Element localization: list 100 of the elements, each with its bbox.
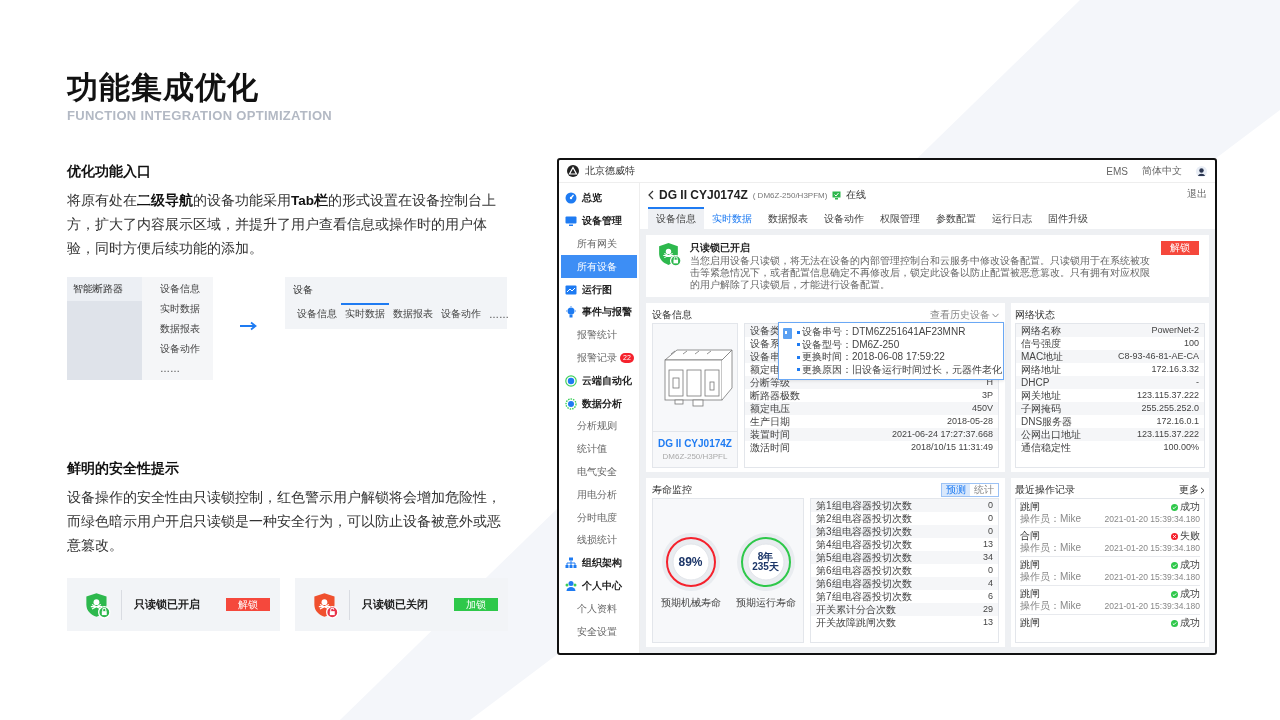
row-label: 激活时间	[750, 441, 790, 454]
row-label: 装置时间	[750, 428, 790, 441]
sidebar-item[interactable]: 个人中心	[582, 578, 622, 593]
unlock-button[interactable]: 解锁	[226, 598, 270, 611]
row-label: 开关累计分合次数	[816, 603, 896, 616]
sidebar-subitem[interactable]: 线损统计	[561, 528, 637, 552]
gauge-value: 8年	[757, 551, 774, 562]
sidebar-subitem[interactable]: 个人资料	[561, 597, 637, 621]
card-title: 最近操作记录	[1015, 483, 1076, 497]
sidebar-subitem[interactable]: 电气安全	[561, 460, 637, 484]
section-heading: 鲜明的安全性提示	[67, 460, 180, 478]
top-link[interactable]: EMS	[1106, 165, 1128, 177]
row-label: DHCP	[1021, 376, 1050, 389]
row-label: 子网掩码	[1021, 402, 1061, 415]
record-result: 成功	[1171, 559, 1200, 571]
tab[interactable]: 固件升级	[1040, 207, 1096, 229]
row-value: 2018-05-28	[946, 415, 993, 428]
submenu-item[interactable]: 设备信息	[142, 279, 213, 299]
row-value: 123.115.37.222	[1137, 389, 1199, 402]
tab[interactable]: 运行日志	[984, 207, 1040, 229]
chart-icon	[565, 283, 577, 296]
tab[interactable]: 参数配置	[928, 207, 984, 229]
tab[interactable]: 设备信息	[648, 207, 704, 229]
exit-link[interactable]: 退出	[1187, 187, 1207, 201]
sidebar-subitem[interactable]: 分时电度	[561, 506, 637, 529]
record-operator: 操作员：Mike	[1020, 542, 1082, 554]
tab[interactable]: 设备动作	[816, 207, 872, 229]
row-label: 通信稳定性	[1021, 441, 1071, 454]
gauge-label: 预期机械寿命	[660, 595, 721, 610]
sidebar-item[interactable]: 运行图	[582, 282, 612, 297]
card-title: 寿命监控	[652, 483, 693, 497]
sidebar-item[interactable]: 组织架构	[582, 556, 622, 571]
history-link[interactable]: 查看历史设备	[930, 308, 999, 322]
record-result: 成功	[1171, 501, 1200, 513]
row-label: 断路器极数	[750, 389, 800, 402]
row-value: 0	[988, 564, 993, 577]
sidebar-subitem[interactable]: 报警统计	[561, 323, 637, 347]
sidebar-subitem[interactable]: 统计值	[561, 437, 637, 461]
device-icon	[782, 326, 794, 340]
row-label: 设备类	[750, 324, 780, 337]
row-label: DNS服务器	[1021, 415, 1073, 428]
tab[interactable]: 数据报表	[389, 303, 437, 323]
sidebar-subitem[interactable]: 所有网关	[561, 232, 637, 256]
tab[interactable]: 设备信息	[293, 303, 341, 323]
submenu-item[interactable]: 实时数据	[142, 299, 213, 319]
submenu-item[interactable]: ……	[142, 359, 213, 379]
submenu-item[interactable]: 数据报表	[142, 319, 213, 339]
sidebar-item[interactable]: 事件与报警	[582, 305, 632, 320]
device-status: 在线	[846, 188, 867, 202]
monitor-check-icon	[832, 190, 842, 200]
card-title: 设备信息	[652, 308, 693, 322]
tab[interactable]: 实时数据	[341, 303, 389, 323]
row-value: 0	[988, 512, 993, 525]
row-value: 29	[983, 603, 993, 616]
row-label: 信号强度	[1021, 337, 1061, 350]
tab[interactable]: 实时数据	[704, 207, 760, 229]
record-time: 2021-01-20 15:39:34.180	[1104, 513, 1200, 525]
row-label: 第4组电容器投切次数	[816, 538, 912, 551]
sidebar-item[interactable]: 数据分析	[582, 396, 622, 411]
submenu-item[interactable]: 设备动作	[142, 339, 213, 359]
sidebar-item[interactable]: 云端自动化	[582, 373, 632, 388]
device-name: DG II CYJ0174Z	[659, 188, 748, 202]
tab[interactable]: 数据报表	[760, 207, 816, 229]
sidebar-item[interactable]: 设备管理	[582, 214, 622, 229]
record-action: 跳闸	[1020, 559, 1040, 571]
row-value: 123.115.37.222	[1137, 428, 1199, 441]
chevron-right-icon	[1200, 486, 1205, 494]
top-link[interactable]: 简体中文	[1142, 164, 1182, 178]
gauge-icon	[565, 192, 577, 205]
row-value: 255.255.252.0	[1141, 402, 1199, 415]
tab[interactable]: 设备动作	[437, 303, 485, 323]
tooltip-text: 更换时间：2018-06-08 17:59:22	[802, 351, 945, 364]
row-label: 生产日期	[750, 415, 790, 428]
sidebar-item[interactable]: 总览	[582, 191, 602, 206]
record-action: 跳闸	[1020, 617, 1040, 629]
more-link[interactable]: 更多	[1179, 483, 1205, 497]
record-operator: 操作员：Mike	[1020, 513, 1082, 525]
notice-title: 只读锁已开启	[690, 241, 751, 255]
unlock-button[interactable]: 解锁	[1161, 241, 1199, 255]
gauge-value: 89%	[678, 556, 703, 567]
tab[interactable]: 权限管理	[872, 207, 928, 229]
sidebar-subitem[interactable]: 分析规则	[561, 414, 637, 438]
row-label: 第7组电容器投切次数	[816, 590, 912, 603]
notice-text: 当您启用设备只读锁，将无法在设备的内部管理控制台和云服务中修改设备配置。只读锁用于在系统被攻击等紧急情况下，或者配置信息确定不再修改后，锁定此设备以防止配置被恶意篡改。只有拥有对应权限的用户解除了只读锁后，才能进行设备配置。	[690, 255, 1151, 291]
gauge-value: 235天	[752, 561, 779, 572]
record-time: 2021-01-20 15:39:34.180	[1104, 600, 1200, 612]
row-label: MAC地址	[1021, 350, 1064, 363]
row-label: 第6组电容器投切次数	[816, 577, 912, 590]
sidebar-subitem[interactable]: 安全设置	[561, 620, 637, 643]
row-value: 172.16.0.1	[1156, 415, 1199, 428]
sidebar-subitem[interactable]: 用电分析	[561, 483, 637, 507]
row-label: 第3组电容器投切次数	[816, 525, 912, 538]
back-icon	[648, 190, 654, 200]
arrow-icon	[239, 321, 259, 331]
lock-status-title: 只读锁已开启	[134, 597, 201, 612]
tab[interactable]: ……	[485, 303, 513, 323]
tooltip-text: 设备串号：DTM6Z251641AF23MNR	[802, 326, 966, 339]
avatar-icon	[1196, 165, 1207, 177]
row-value: 100.00%	[1163, 441, 1199, 454]
section-text: 设备操作的安全性由只读锁控制，红色警示用户解锁将会增加危险性，而绿色暗示用户开启只读锁是一种安全行为，可以防止设备被意外或恶意篡改。	[67, 489, 502, 555]
